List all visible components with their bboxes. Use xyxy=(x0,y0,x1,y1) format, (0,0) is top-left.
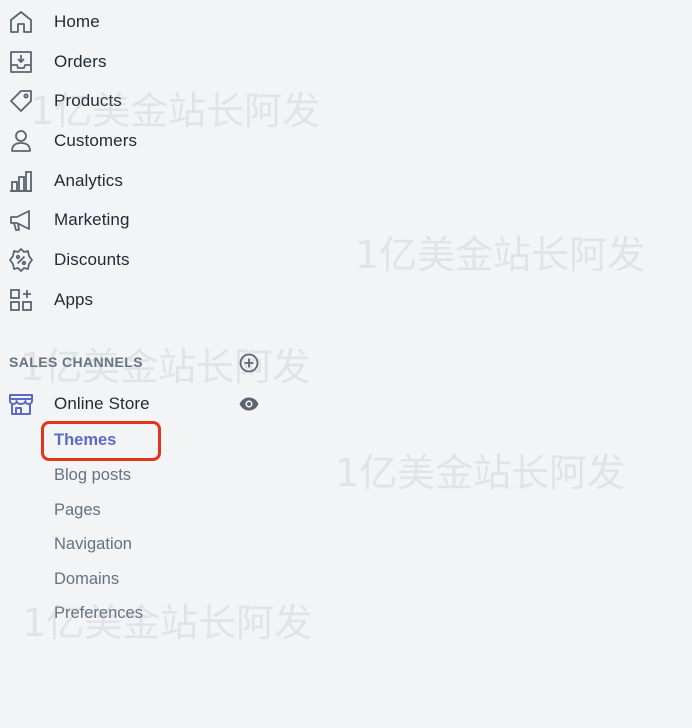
nav-item-discounts[interactable]: Discounts xyxy=(0,242,300,278)
view-store-eye-icon[interactable] xyxy=(238,393,260,415)
nav-item-label: Customers xyxy=(54,131,138,150)
nav-item-label: Apps xyxy=(54,290,94,309)
orders-icon xyxy=(8,49,34,75)
nav-item-customers[interactable]: Customers xyxy=(0,123,300,159)
nav-item-home[interactable]: Home xyxy=(0,4,300,40)
nav-item-label: Analytics xyxy=(54,171,123,190)
subnav-item-preferences[interactable]: Preferences xyxy=(54,604,143,623)
nav-item-marketing[interactable]: Marketing xyxy=(0,202,300,238)
nav-item-label: Orders xyxy=(54,52,107,71)
add-channel-icon[interactable] xyxy=(238,352,260,374)
person-icon xyxy=(8,128,34,154)
themes-highlight-box xyxy=(41,421,161,461)
nav-item-apps[interactable]: Apps xyxy=(0,282,300,318)
watermark: 1亿美金站长阿发 xyxy=(335,451,626,495)
tag-icon xyxy=(8,88,34,114)
nav-item-label: Online Store xyxy=(54,394,150,413)
subnav-item-pages[interactable]: Pages xyxy=(54,501,101,520)
nav-item-label: Products xyxy=(54,91,122,110)
apps-icon xyxy=(8,287,34,313)
bar-chart-icon xyxy=(8,168,34,194)
home-icon xyxy=(8,9,34,35)
megaphone-icon xyxy=(8,207,34,233)
subnav-item-domains[interactable]: Domains xyxy=(54,570,119,589)
sales-channels-header: SALES CHANNELS xyxy=(9,354,143,370)
discount-icon xyxy=(8,247,34,273)
nav-item-orders[interactable]: Orders xyxy=(0,44,300,80)
nav-item-label: Home xyxy=(54,12,100,31)
store-icon xyxy=(8,391,34,417)
watermark: 1亿美金站长阿发 xyxy=(355,233,646,277)
nav-item-products[interactable]: Products xyxy=(0,83,300,119)
nav-item-analytics[interactable]: Analytics xyxy=(0,163,300,199)
subnav-item-blog-posts[interactable]: Blog posts xyxy=(54,466,131,485)
subnav-item-navigation[interactable]: Navigation xyxy=(54,535,132,554)
nav-item-label: Marketing xyxy=(54,210,130,229)
nav-item-label: Discounts xyxy=(54,250,130,269)
